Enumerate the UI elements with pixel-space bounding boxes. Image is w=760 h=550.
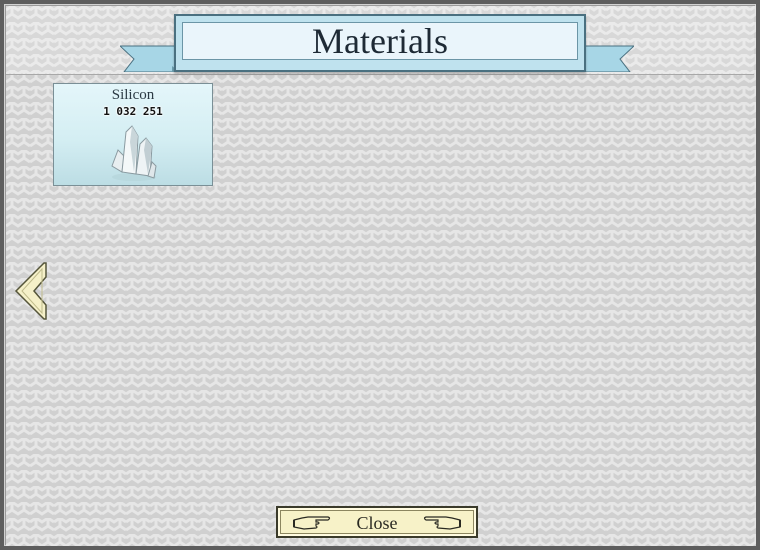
- material-name: Silicon: [111, 87, 155, 103]
- dialog-title: Materials: [312, 21, 448, 61]
- material-count: 1 032 251: [103, 105, 163, 118]
- crystal-icon: [111, 125, 157, 181]
- pointing-hand-left-icon: [423, 516, 461, 530]
- material-card-silicon[interactable]: Silicon 1 032 251: [53, 83, 213, 186]
- left-arrow-icon[interactable]: [14, 261, 48, 321]
- close-button[interactable]: Close: [276, 506, 478, 538]
- title-banner: Materials: [174, 14, 586, 72]
- title-plate-inner: Materials: [182, 22, 578, 60]
- banner-ribbon-left: [120, 45, 180, 72]
